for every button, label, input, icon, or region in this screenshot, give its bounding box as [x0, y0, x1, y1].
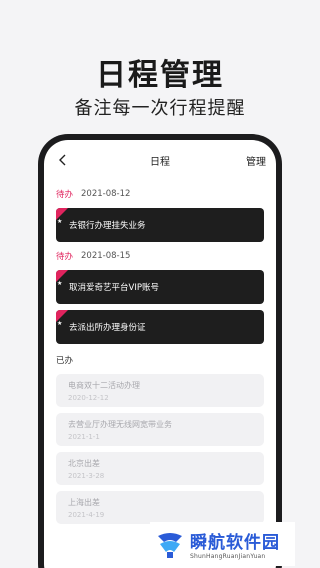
done-item-name: 北京出差: [68, 458, 100, 468]
done-item-name: 电商双十二活动办理: [68, 380, 140, 390]
nav-title: 日程: [150, 156, 170, 168]
done-item-date: 2021-4-19: [68, 510, 105, 519]
done-item-name: 上海出差: [68, 497, 100, 507]
phone-screen: 日程 管理 待办 2021-08-12 ★ 去银行办理挂失业务 待办 2021-…: [44, 140, 276, 568]
watermark-logo-icon: [154, 528, 186, 560]
nav-bar: 日程 管理: [44, 140, 276, 180]
task-name: 去银行办理挂失业务: [69, 221, 146, 231]
pending-group: 待办 2021-08-12 ★ 去银行办理挂失业务: [56, 188, 264, 242]
phone-frame: 日程 管理 待办 2021-08-12 ★ 去银行办理挂失业务 待办 2021-…: [38, 134, 282, 568]
pending-group: 待办 2021-08-15 ★ 取消爱奇艺平台VIP账号 ★ 去派出所办理身份证: [56, 250, 264, 344]
status-label: 待办: [56, 190, 74, 200]
done-item[interactable]: 北京出差 2021-3-28: [56, 452, 264, 485]
task-name: 取消爱奇艺平台VIP账号: [69, 283, 159, 293]
watermark-text: 瞬航软件园 ShunHangRuanJianYuan: [190, 528, 280, 560]
chevron-left-icon[interactable]: [54, 151, 72, 169]
date-row: 待办 2021-08-12: [56, 188, 264, 200]
task-card[interactable]: ★ 去派出所办理身份证: [56, 310, 264, 344]
done-item-name: 去营业厅办理无线网宽带业务: [68, 419, 172, 429]
manage-button[interactable]: 管理: [246, 153, 266, 168]
task-name: 去派出所办理身份证: [69, 323, 146, 333]
promo-subtitle: 备注每一次行程提醒: [74, 98, 246, 119]
watermark-name: 瞬航软件园: [190, 533, 280, 553]
done-item[interactable]: 电商双十二活动办理 2020-12-12: [56, 374, 264, 407]
done-section-title: 已办: [56, 356, 74, 366]
group-date: 2021-08-15: [81, 251, 131, 261]
watermark: 瞬航软件园 ShunHangRuanJianYuan: [150, 522, 295, 566]
group-date: 2021-08-12: [81, 189, 131, 199]
star-flag-icon: ★: [56, 310, 68, 327]
done-item-date: 2021-3-28: [68, 471, 105, 480]
done-item[interactable]: 上海出差 2021-4-19: [56, 491, 264, 524]
done-item-date: 2021-1-1: [68, 432, 100, 441]
done-item[interactable]: 去营业厅办理无线网宽带业务 2021-1-1: [56, 413, 264, 446]
task-card[interactable]: ★ 去银行办理挂失业务: [56, 208, 264, 242]
task-card[interactable]: ★ 取消爱奇艺平台VIP账号: [56, 270, 264, 304]
done-item-date: 2020-12-12: [68, 393, 109, 402]
star-flag-icon: ★: [56, 270, 68, 287]
watermark-sub: ShunHangRuanJianYuan: [190, 553, 266, 560]
date-row: 待办 2021-08-15: [56, 250, 264, 262]
status-label: 待办: [56, 252, 74, 262]
promo-title: 日程管理: [96, 58, 224, 93]
star-flag-icon: ★: [56, 208, 68, 225]
pending-section: 待办 2021-08-12 ★ 去银行办理挂失业务 待办 2021-08-15 …: [44, 188, 276, 524]
